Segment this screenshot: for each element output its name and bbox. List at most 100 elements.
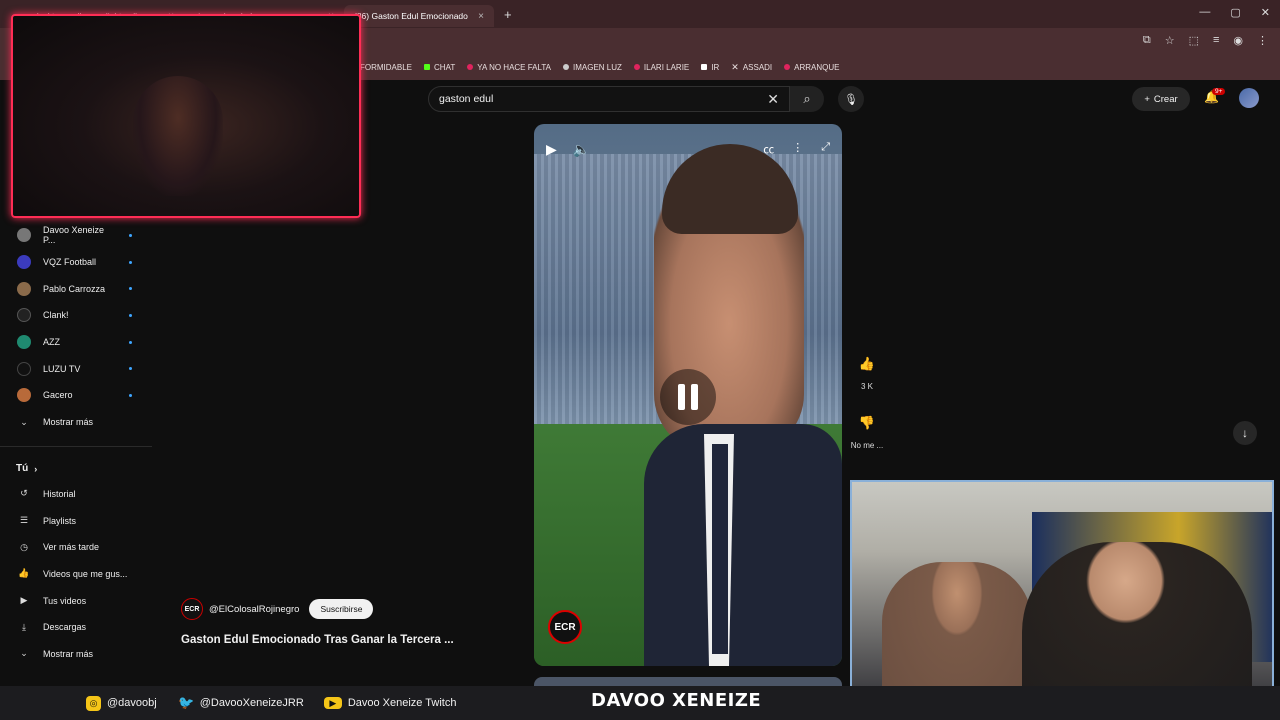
sidebar-divider — [0, 445, 152, 447]
browser-tab-active[interactable]: (86) Gaston Edul Emocionado × — [344, 5, 494, 27]
like-button[interactable]: 👍 — [853, 352, 881, 376]
bookmark-item[interactable]: ARRANQUE — [784, 63, 840, 72]
show-more-you[interactable]: ⌄ Mostrar más — [0, 641, 152, 668]
history-icon: ↺ — [20, 488, 28, 499]
video-person-suit — [644, 424, 842, 666]
youtube-icon — [784, 64, 791, 70]
subscription-item[interactable]: Clank! — [0, 302, 152, 329]
subscription-label: Clank! — [43, 310, 69, 321]
star-icon[interactable]: ☆ — [1165, 34, 1175, 47]
short-title[interactable]: Gaston Edul Emocionado Tras Ganar la Ter… — [181, 634, 454, 646]
sidebar-item-watch-later[interactable]: ◷ Ver más tarde — [0, 534, 152, 561]
sidebar-item-your-videos[interactable]: ▶ Tus videos — [0, 587, 152, 614]
new-tab-button[interactable]: + — [504, 7, 512, 22]
close-window-button[interactable]: ✕ — [1261, 6, 1270, 19]
channel-handle[interactable]: @ElColosalRojinegro — [209, 604, 299, 615]
cast-icon[interactable]: ⧉ — [1143, 34, 1151, 47]
dislike-button[interactable]: 👎 — [853, 411, 881, 435]
more-options-icon[interactable]: ⋮ — [792, 141, 803, 157]
streamer-brand-name: DAVOO XENEIZE — [591, 690, 762, 711]
account-avatar[interactable] — [1239, 88, 1259, 108]
volume-icon[interactable]: 🔈 — [573, 141, 590, 158]
x-icon: ✕ — [731, 61, 739, 72]
minimize-button[interactable]: — — [1199, 6, 1210, 19]
subscription-label: Pablo Carrozza — [43, 283, 106, 294]
maximize-button[interactable]: ▢ — [1230, 6, 1240, 19]
create-button[interactable]: + Crear — [1132, 87, 1190, 111]
channel-avatar — [17, 308, 31, 323]
sidebar-item-playlists[interactable]: ☰ Playlists — [0, 507, 152, 534]
new-content-dot — [129, 233, 132, 237]
bookmark-item[interactable]: FORMIDABLE — [360, 63, 412, 72]
channel-avatar — [17, 228, 31, 243]
chevron-down-icon: ⌄ — [20, 648, 28, 659]
bookmark-label: YA NO HACE FALTA — [477, 62, 551, 72]
thumbs-up-icon: 👍 — [18, 568, 30, 579]
bookmark-item[interactable]: IR — [701, 63, 719, 72]
like-count: 3 K — [860, 382, 873, 391]
arrow-down-icon: ↓ — [1242, 426, 1248, 440]
you-section-heading[interactable]: Tú › — [0, 457, 152, 481]
close-tab-icon[interactable]: × — [478, 11, 484, 22]
subscription-label: VQZ Football — [43, 257, 97, 268]
channel-avatar[interactable]: ECR — [181, 598, 203, 620]
search-button[interactable]: ⌕ — [790, 86, 824, 112]
channel-avatar — [17, 335, 31, 350]
play-icon[interactable]: ▶ — [546, 141, 557, 158]
guest-webcam-overlay — [850, 480, 1274, 716]
chevron-right-icon: › — [34, 463, 38, 474]
subscription-item[interactable]: AZZ — [0, 329, 152, 356]
search-input[interactable]: gaston edul ✕ — [428, 86, 790, 112]
clock-icon: ◷ — [20, 541, 28, 552]
subscribe-button[interactable]: Suscribirse — [309, 599, 374, 619]
bookmark-item[interactable]: IMAGEN LUZ — [563, 63, 622, 72]
bookmark-label: FORMIDABLE — [360, 62, 413, 72]
clear-search-icon[interactable]: ✕ — [767, 91, 779, 108]
youtube-icon: ▶ — [323, 697, 342, 709]
new-content-dot — [129, 367, 132, 371]
social-label: Davoo Xeneize Twitch — [347, 697, 457, 709]
shorts-video-player[interactable]: ▶ 🔈 ㏄ ⋮ ⤢ ECR — [534, 124, 842, 666]
short-actions: 👍 3 K 👎 No me ... — [850, 352, 884, 450]
sidebar-item-history[interactable]: ↺ Historial — [0, 481, 152, 508]
window-controls: — ▢ ✕ — [1199, 6, 1270, 19]
sidebar-item-label: Tus videos — [43, 595, 87, 606]
next-short-button[interactable]: ↓ — [1233, 421, 1257, 445]
subscription-label: LUZU TV — [43, 363, 81, 374]
bookmark-label: ILARI LARIE — [643, 62, 690, 72]
youtube-icon — [467, 64, 474, 70]
video-controls: ▶ 🔈 ㏄ ⋮ ⤢ — [534, 124, 842, 174]
social-label: @DavooXeneizeJRR — [199, 697, 304, 709]
voice-search-button[interactable]: 🎙 — [838, 86, 864, 112]
dislike-label: No me ... — [850, 441, 884, 450]
youtube-icon — [633, 64, 640, 70]
subscription-item[interactable]: Pablo Carrozza — [0, 275, 152, 302]
bookmark-item[interactable]: ✕ ASSADI — [731, 62, 772, 73]
notification-badge: 9+ — [1212, 88, 1226, 95]
bookmark-item[interactable]: CHAT — [424, 63, 455, 72]
sidebar-item-label: Descargas — [43, 622, 87, 633]
captions-icon[interactable]: ㏄ — [763, 141, 774, 157]
reading-list-icon[interactable]: ≡ — [1213, 34, 1219, 47]
pause-icon[interactable] — [660, 369, 716, 425]
sidebar-item-label: Playlists — [43, 515, 77, 526]
subscription-item[interactable]: Davoo Xeneize P... — [0, 222, 152, 249]
subscription-item[interactable]: LUZU TV — [0, 355, 152, 382]
subscription-item[interactable]: VQZ Football — [0, 249, 152, 276]
extensions-icon[interactable]: ⬚ — [1189, 34, 1199, 47]
new-content-dot — [129, 340, 132, 344]
bookmark-item[interactable]: YA NO HACE FALTA — [467, 63, 551, 72]
youtube-sidebar: Davoo Xeneize P... VQZ Football Pablo Ca… — [0, 222, 152, 667]
show-more-subscriptions[interactable]: ⌄ Mostrar más — [0, 409, 152, 436]
channel-avatar — [17, 281, 31, 296]
menu-icon[interactable]: ⋮ — [1257, 34, 1268, 47]
sidebar-item-downloads[interactable]: ⤓ Descargas — [0, 614, 152, 641]
fullscreen-icon[interactable]: ⤢ — [821, 141, 830, 157]
show-more-label: Mostrar más — [43, 417, 94, 428]
bookmark-label: CHAT — [434, 62, 456, 72]
new-content-dot — [129, 313, 132, 317]
bookmark-item[interactable]: ILARI LARIE — [633, 62, 690, 72]
sidebar-item-liked-videos[interactable]: 👍 Videos que me gus... — [0, 561, 152, 588]
profile-icon[interactable]: ◉ — [1233, 34, 1243, 47]
subscription-item[interactable]: Gacero — [0, 382, 152, 409]
